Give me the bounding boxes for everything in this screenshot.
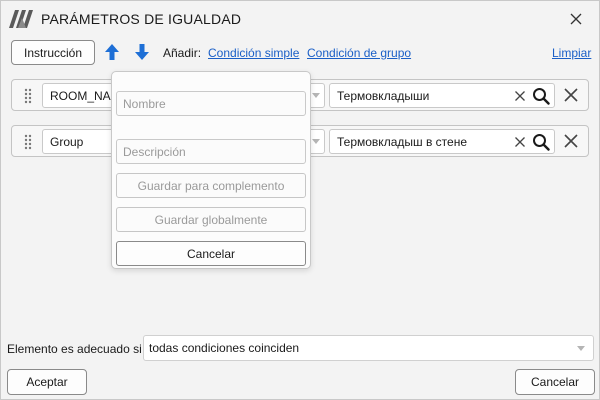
search-icon[interactable] (532, 133, 550, 151)
save-globally-button[interactable]: Guardar globalmente (116, 207, 306, 232)
add-group-condition-link[interactable]: Condición de grupo (307, 46, 411, 60)
delete-condition-icon[interactable] (563, 133, 579, 149)
name-input[interactable] (116, 91, 306, 116)
chevron-down-icon (312, 93, 320, 98)
save-popup: Guardar para complemento Guardar globalm… (111, 71, 311, 269)
window-title: PARÁMETROS DE IGUALDAD (41, 11, 242, 27)
chevron-down-icon (312, 139, 320, 144)
accept-button[interactable]: Aceptar (7, 369, 87, 395)
popup-cancel-button[interactable]: Cancelar (116, 241, 306, 266)
add-label: Añadir: (163, 46, 202, 60)
clear-link[interactable]: Limpiar (552, 46, 591, 60)
clear-value-icon[interactable] (514, 90, 526, 102)
close-button[interactable] (567, 10, 585, 28)
drag-handle-icon[interactable] (24, 134, 32, 150)
move-up-arrow-icon[interactable] (103, 42, 121, 62)
title-bar: PARÁMETROS DE IGUALDAD (1, 1, 599, 37)
instruction-button[interactable]: Instrucción (11, 40, 95, 65)
value-text: Термовкладыши (337, 88, 430, 103)
move-down-arrow-icon[interactable] (133, 42, 151, 62)
delete-condition-icon[interactable] (563, 87, 579, 103)
dialog-window: PARÁMETROS DE IGUALDAD Instrucción Añadi… (0, 0, 600, 400)
search-icon[interactable] (532, 87, 550, 105)
value-field[interactable]: Термовкладыш в стене (329, 129, 555, 154)
close-icon (570, 13, 582, 25)
fit-condition-select[interactable]: todas condiciones coinciden (143, 335, 594, 361)
value-text: Термовкладыш в стене (337, 134, 467, 149)
fit-condition-label: Elemento es adecuado si (7, 342, 142, 356)
chevron-down-icon (577, 346, 585, 351)
description-input[interactable] (116, 139, 306, 164)
parameter-value: Group (50, 134, 84, 149)
toolbar: Instrucción Añadir: Condición simple Con… (1, 39, 599, 67)
add-simple-condition-link[interactable]: Condición simple (208, 46, 299, 60)
value-field[interactable]: Термовкладыши (329, 83, 555, 108)
drag-handle-icon[interactable] (24, 88, 32, 104)
app-logo-icon (9, 10, 33, 28)
clear-value-icon[interactable] (514, 136, 526, 148)
save-for-complement-button[interactable]: Guardar para complemento (116, 173, 306, 198)
fit-condition-value: todas condiciones coinciden (149, 341, 300, 355)
cancel-button[interactable]: Cancelar (515, 369, 595, 395)
